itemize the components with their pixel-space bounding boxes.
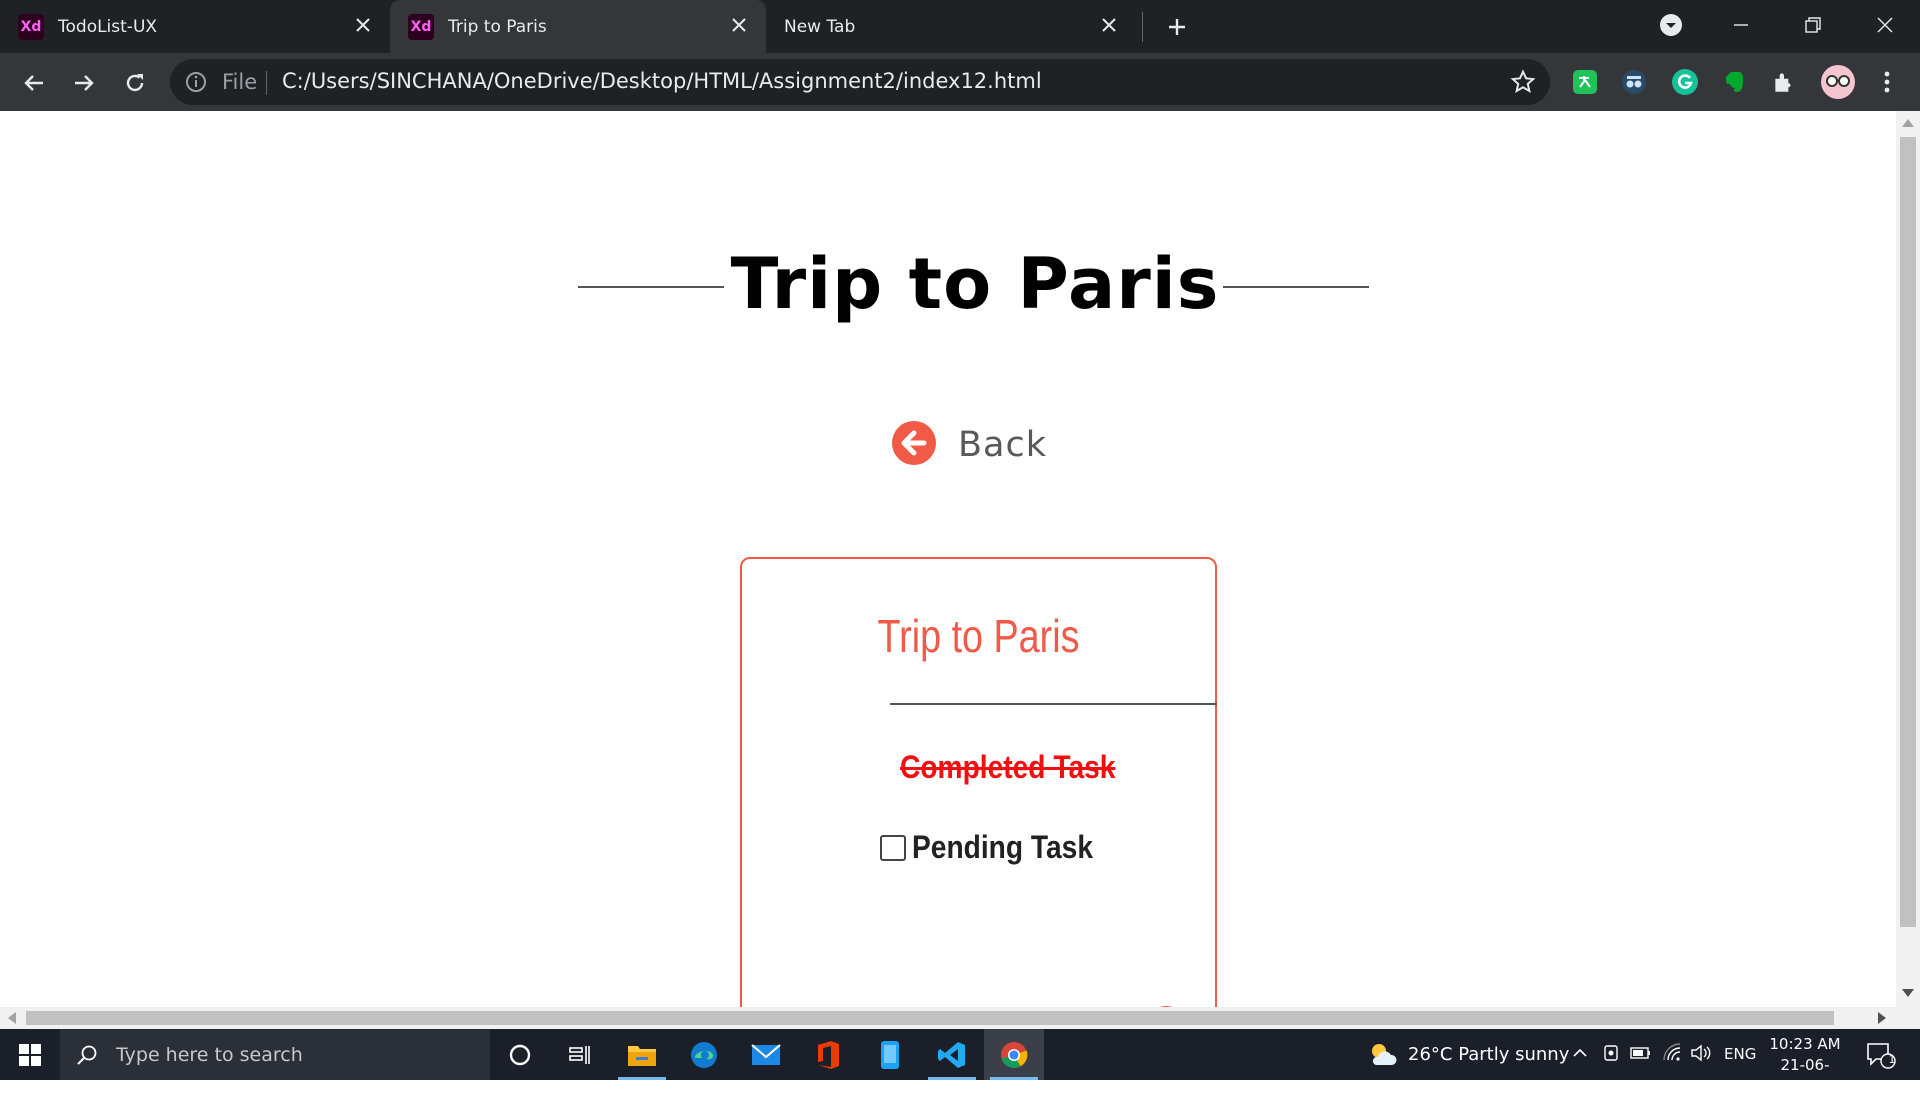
scheme-label: File (222, 70, 258, 94)
back-nav-button[interactable] (14, 63, 54, 103)
tab-label: New Tab (784, 16, 856, 37)
grammarly-icon[interactable] (1668, 65, 1702, 99)
clock-date: 21-06-2021 (1780, 1056, 1830, 1095)
address-bar[interactable]: File C:/Users/SINCHANA/OneDrive/Desktop/… (170, 59, 1550, 105)
incognito-extension-icon[interactable] (1617, 65, 1651, 99)
evernote-icon[interactable] (1717, 65, 1751, 99)
vscode-icon[interactable] (922, 1029, 982, 1080)
partly-sunny-icon (1368, 1041, 1398, 1071)
weather-text[interactable]: 26°C Partly sunny (1408, 1044, 1569, 1065)
tab-strip: Xd TodoList-UX Xd Trip to Paris New Tab (0, 0, 1920, 53)
file-explorer-icon[interactable] (612, 1029, 672, 1080)
horizontal-scrollbar[interactable] (0, 1007, 1920, 1029)
tab-search-button[interactable] (1636, 0, 1706, 50)
back-label: Back (958, 425, 1047, 465)
forward-nav-button[interactable] (64, 63, 104, 103)
tab-todolist-ux[interactable]: Xd TodoList-UX (18, 0, 390, 53)
horizontal-scroll-thumb[interactable] (26, 1011, 1834, 1025)
search-icon (76, 1044, 98, 1066)
completed-task[interactable]: Completed Task (900, 749, 1115, 786)
close-window-button[interactable] (1850, 0, 1920, 50)
mail-icon[interactable] (736, 1029, 796, 1080)
adobe-xd-icon: Xd (18, 13, 44, 40)
bookmark-star-icon[interactable] (1510, 69, 1536, 99)
browser-toolbar: File C:/Users/SINCHANA/OneDrive/Desktop/… (0, 53, 1920, 111)
windows-start-button[interactable] (0, 1029, 60, 1080)
meet-now-icon[interactable] (1602, 1044, 1620, 1066)
page-title: Trip to Paris (730, 243, 1220, 325)
card-divider (890, 703, 1217, 705)
restore-button[interactable] (1778, 0, 1848, 50)
notification-count: 1 (1888, 1053, 1896, 1066)
vertical-scroll-thumb[interactable] (1900, 137, 1916, 927)
cortana-icon[interactable] (490, 1029, 550, 1080)
kebab-menu-icon[interactable] (1870, 65, 1904, 99)
reload-button[interactable] (115, 63, 155, 103)
clock-time: 10:23 AM (1769, 1035, 1841, 1053)
chrome-icon[interactable] (984, 1029, 1044, 1080)
card-title: Trip to Paris (877, 610, 1080, 662)
battery-icon[interactable] (1630, 1045, 1652, 1065)
task-view-icon[interactable] (550, 1029, 610, 1080)
clock[interactable]: 10:23 AM 21-06-2021 (1762, 1034, 1848, 1097)
puzzle-extensions-icon[interactable] (1767, 65, 1801, 99)
tab-trip-to-paris[interactable]: Xd Trip to Paris (390, 0, 766, 53)
close-tab-icon[interactable] (350, 12, 376, 38)
tab-label: TodoList-UX (58, 16, 158, 37)
close-tab-icon[interactable] (1096, 12, 1122, 38)
adobe-xd-icon: Xd (408, 13, 434, 40)
office-icon[interactable] (798, 1029, 858, 1080)
chevron-up-icon[interactable] (1572, 1045, 1588, 1065)
tab-divider (1142, 12, 1143, 42)
translate-extension-icon[interactable] (1568, 65, 1602, 99)
tab-label: Trip to Paris (448, 16, 547, 37)
minimize-button[interactable] (1706, 0, 1776, 50)
profile-avatar-icon[interactable] (1818, 62, 1858, 102)
omnibox-divider (266, 71, 267, 95)
phone-companion-icon[interactable] (860, 1029, 920, 1080)
pending-task-row: Pending Task (880, 829, 1118, 866)
back-button[interactable]: Back (890, 419, 1047, 471)
title-right-rule (1223, 286, 1369, 288)
new-tab-button[interactable] (1160, 10, 1194, 44)
pending-task[interactable]: Pending Task (912, 829, 1093, 866)
url-text[interactable]: C:/Users/SINCHANA/OneDrive/Desktop/HTML/… (282, 69, 1042, 93)
wifi-icon[interactable] (1662, 1043, 1682, 1067)
tab-new-tab[interactable]: New Tab (784, 0, 1136, 53)
close-tab-icon[interactable] (726, 12, 752, 38)
volume-icon[interactable] (1690, 1044, 1712, 1066)
page-viewport: Trip to Paris Back Trip to Paris Complet… (0, 111, 1896, 1007)
edge-browser-icon[interactable] (674, 1029, 734, 1080)
windows-taskbar: Type here to search 26°C Partly sunny EN… (0, 1029, 1920, 1095)
vertical-scrollbar[interactable] (1896, 111, 1920, 1007)
search-placeholder: Type here to search (116, 1043, 303, 1066)
language-indicator[interactable]: ENG (1724, 1045, 1756, 1063)
arrow-left-circle-icon (890, 419, 938, 471)
taskbar-search-box[interactable]: Type here to search (60, 1029, 490, 1080)
info-icon[interactable] (184, 70, 208, 98)
todo-card: Trip to Paris Completed Task Pending Tas… (740, 557, 1217, 1007)
task-checkbox[interactable] (880, 834, 906, 861)
